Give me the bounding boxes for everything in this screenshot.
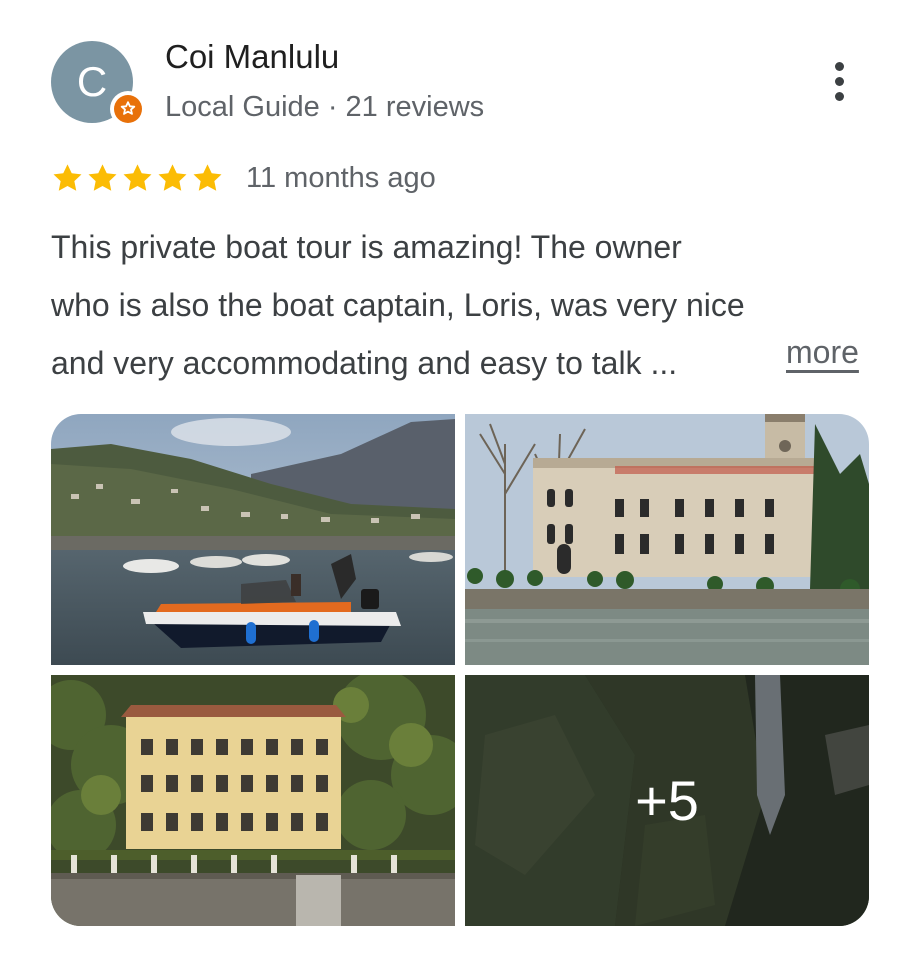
review-line: and very accommodating and easy to talk … <box>51 345 678 381</box>
author-meta[interactable]: Local Guide · 21 reviews <box>165 91 484 124</box>
star-rating <box>50 161 225 201</box>
author-name[interactable]: Coi Manlulu <box>165 38 339 76</box>
review-line: This private boat tour is amazing! The o… <box>51 229 682 265</box>
more-link[interactable]: more <box>786 334 859 371</box>
star-icon <box>123 164 152 191</box>
star-icon <box>88 164 117 191</box>
review-time: 11 months ago <box>246 162 436 194</box>
villa-waterfront-photo[interactable] <box>465 414 869 665</box>
more-photos-count[interactable]: +5 <box>465 675 869 926</box>
more-vert-icon <box>835 62 844 71</box>
review-line: who is also the boat captain, Loris, was… <box>51 287 745 323</box>
review-card: C Coi Manlulu Local Guide · 21 reviews 1… <box>0 0 921 969</box>
cliff-waterfall-photo[interactable]: +5 <box>465 675 869 926</box>
avatar-initial: C <box>76 58 108 105</box>
local-guide-star-icon <box>120 101 136 115</box>
boat-on-lake-photo[interactable] <box>51 414 455 665</box>
yellow-villa-photo[interactable] <box>51 675 455 926</box>
local-guide-badge <box>110 91 146 127</box>
star-icon <box>193 164 222 191</box>
review-text: This private boat tour is amazing! The o… <box>51 218 871 392</box>
star-icon <box>158 164 187 191</box>
more-options-button[interactable] <box>820 56 860 106</box>
star-icon <box>53 164 82 191</box>
